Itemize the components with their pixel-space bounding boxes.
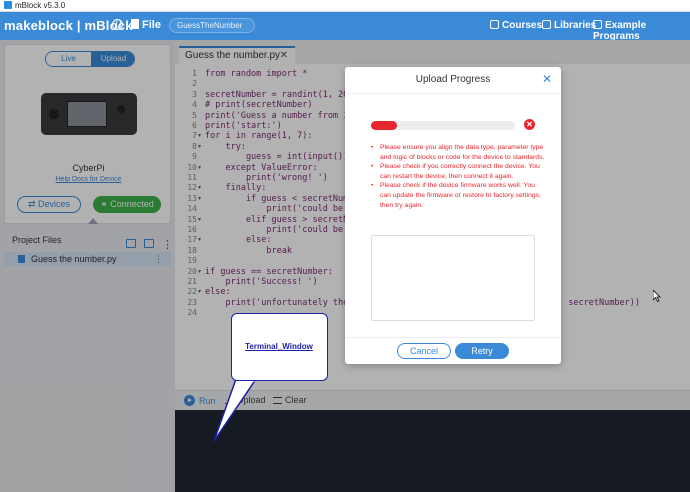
libraries-label: Libraries	[554, 20, 597, 31]
window-title-bar: mBlock v5.3.0	[0, 0, 690, 12]
file-icon	[131, 19, 139, 29]
dialog-footer-divider	[345, 337, 561, 338]
project-name-input[interactable]: GuessTheNumber	[169, 18, 255, 33]
upload-progress-dialog: Upload Progress ✕ ✕ Please ensure you al…	[345, 67, 561, 364]
file-menu-label: File	[142, 19, 161, 31]
example-programs-link[interactable]: Example Programs	[593, 20, 690, 42]
globe-icon[interactable]	[112, 19, 123, 30]
error-message: Please check if the device firmware work…	[371, 181, 545, 210]
cancel-button[interactable]: Cancel	[397, 343, 451, 359]
close-icon[interactable]: ✕	[542, 72, 552, 86]
file-menu[interactable]: File	[131, 19, 161, 31]
annotation-text: Terminal_Window	[245, 342, 313, 351]
retry-button[interactable]: Retry	[455, 343, 509, 359]
dialog-divider	[345, 93, 561, 94]
courses-label: Courses	[502, 20, 543, 31]
error-message: Please ensure you align the data type, p…	[371, 143, 545, 162]
mouse-cursor-icon	[653, 290, 661, 302]
dialog-title: Upload Progress	[415, 74, 491, 85]
example-programs-icon	[593, 20, 602, 29]
app-icon	[4, 1, 12, 9]
annotation-callout: Terminal_Window	[231, 313, 328, 381]
error-icon: ✕	[524, 119, 535, 130]
courses-link[interactable]: Courses	[490, 20, 542, 31]
upload-progress-fill	[371, 121, 397, 130]
top-nav: makeblock | mBlock File GuessTheNumber C…	[0, 12, 690, 42]
libraries-icon	[542, 20, 551, 29]
callout-tail	[213, 379, 257, 442]
upload-progress-bar	[371, 121, 515, 130]
upload-log-box[interactable]	[371, 235, 535, 321]
libraries-link[interactable]: Libraries	[542, 20, 596, 31]
courses-icon	[490, 20, 499, 29]
window-title: mBlock v5.3.0	[15, 1, 66, 10]
error-message-list: Please ensure you align the data type, p…	[371, 143, 545, 210]
error-message: Please check if you correctly connect th…	[371, 162, 545, 181]
